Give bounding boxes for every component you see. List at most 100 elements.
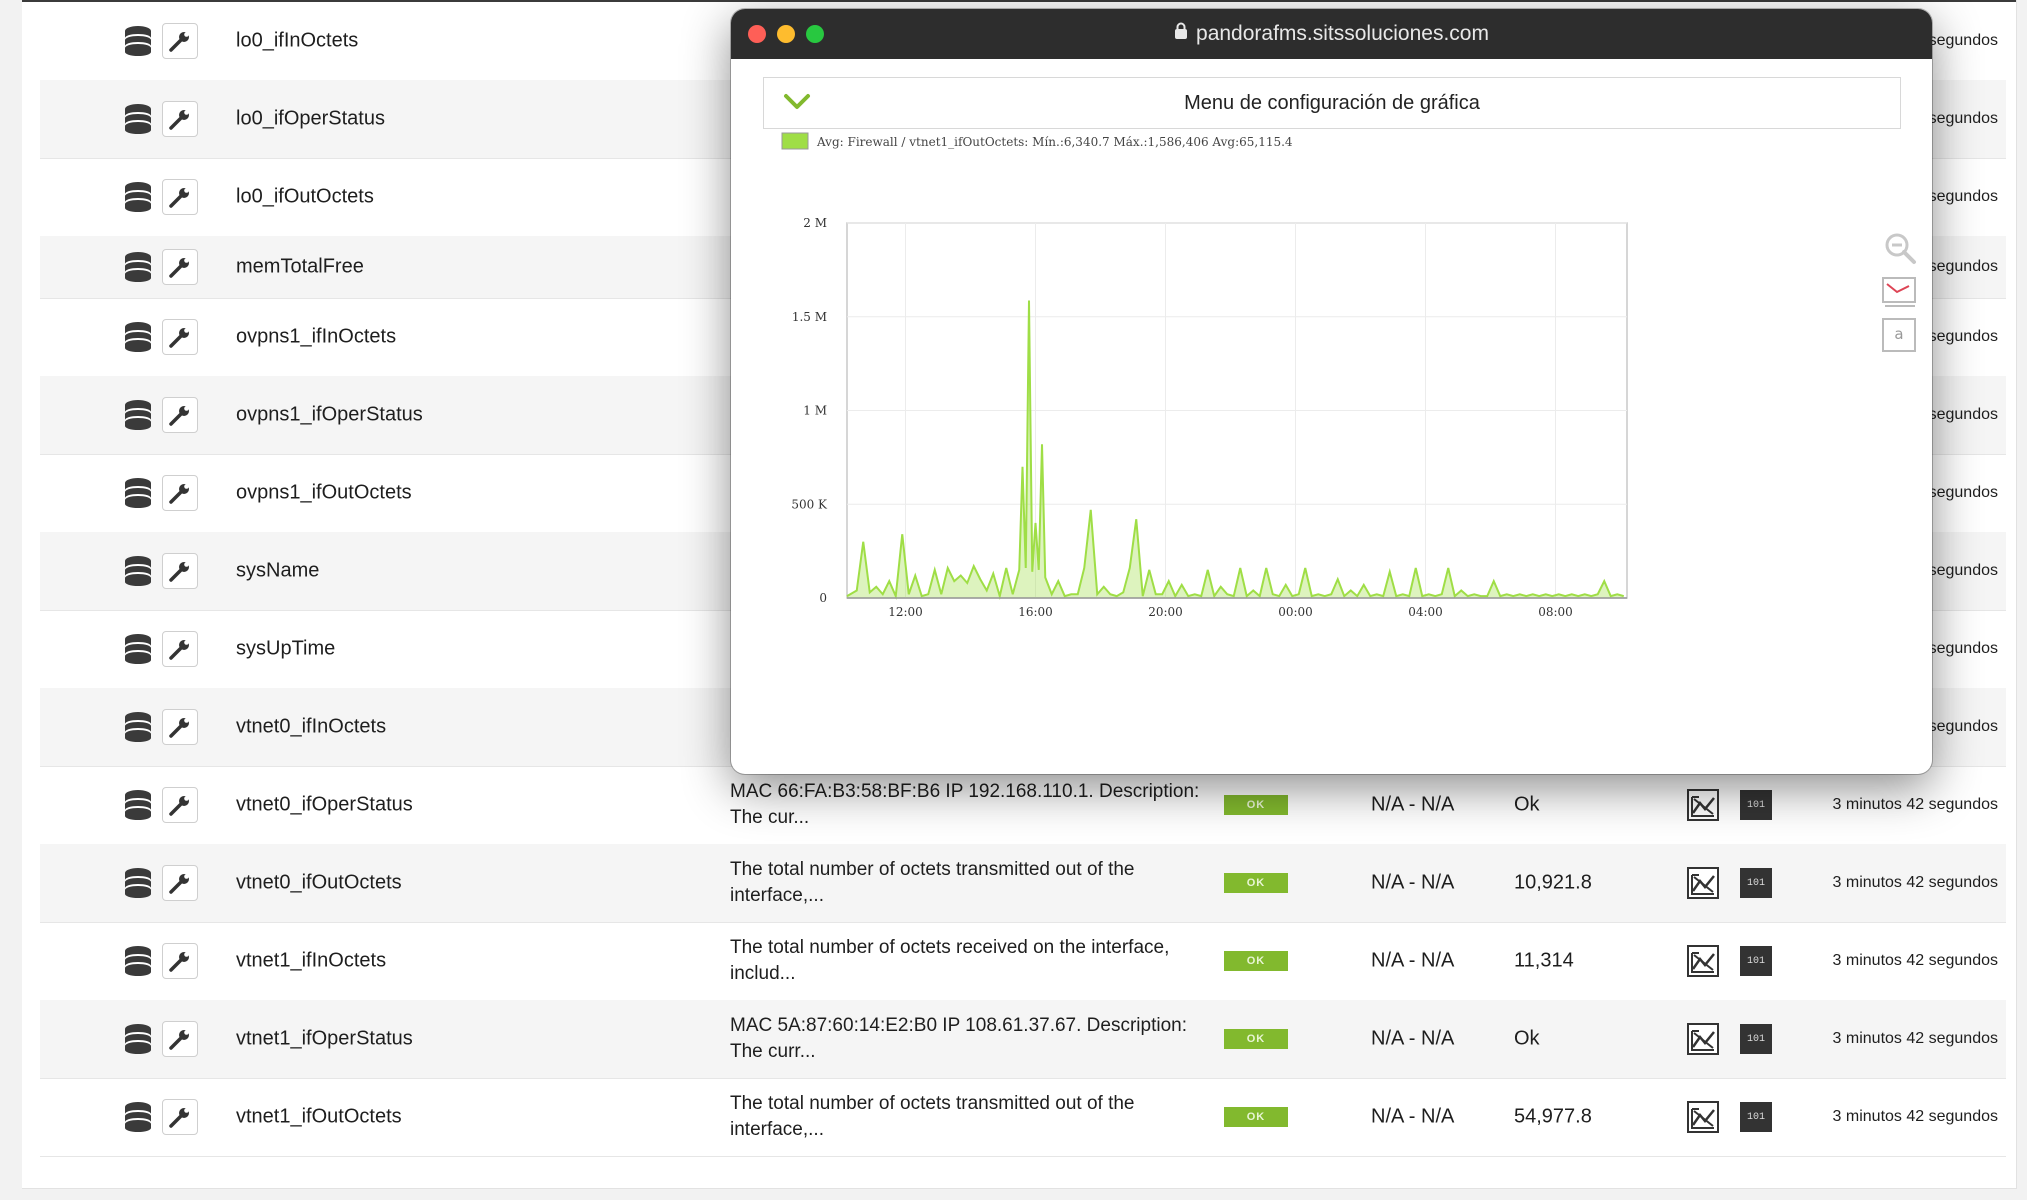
graph-type-icon[interactable] xyxy=(1881,274,1917,313)
table-row: vtnet1_ifInOctets The total number of oct… xyxy=(40,922,2006,1001)
raw-data-button[interactable]: 101 xyxy=(1740,790,1772,820)
data-labels-icon[interactable]: a xyxy=(1881,317,1917,358)
module-name[interactable]: vtnet1_ifOperStatus xyxy=(236,1028,413,1051)
module-name[interactable]: lo0_ifInOctets xyxy=(236,30,358,53)
row-actions xyxy=(122,179,198,215)
last-contact-time: 3 minutos 42 segundos xyxy=(1832,1108,1998,1125)
wrench-icon[interactable] xyxy=(162,943,198,979)
wrench-icon[interactable] xyxy=(162,475,198,511)
database-icon[interactable] xyxy=(122,180,154,214)
wrench-icon[interactable] xyxy=(162,319,198,355)
module-name[interactable]: vtnet0_ifOutOctets xyxy=(236,872,402,895)
module-name[interactable]: ovpns1_ifOperStatus xyxy=(236,404,423,427)
wrench-icon[interactable] xyxy=(162,1099,198,1135)
module-data-value: 10,921.8 xyxy=(1514,871,1592,894)
wrench-icon[interactable] xyxy=(162,865,198,901)
graph-popup-window: pandorafms.sitssoluciones.com Menu de co… xyxy=(731,9,1932,774)
database-icon[interactable] xyxy=(122,710,154,744)
module-name[interactable]: vtnet1_ifInOctets xyxy=(236,950,386,973)
minimize-window-button[interactable] xyxy=(777,25,795,43)
table-row: vtnet0_ifOutOctets The total number of oc… xyxy=(40,844,2006,923)
row-actions xyxy=(122,631,198,667)
module-data-value: 11,314 xyxy=(1514,949,1574,972)
database-icon[interactable] xyxy=(122,320,154,354)
module-name[interactable]: lo0_ifOperStatus xyxy=(236,108,385,131)
row-actions xyxy=(122,1021,198,1057)
window-titlebar[interactable]: pandorafms.sitssoluciones.com xyxy=(731,9,1932,59)
chevron-down-icon[interactable] xyxy=(782,90,812,114)
wrench-icon[interactable] xyxy=(162,179,198,215)
last-contact-time: segundos xyxy=(1928,110,1998,127)
row-actions xyxy=(122,475,198,511)
table-row: vtnet1_ifOperStatus MAC 5A:87:60:14:E2:B0… xyxy=(40,1000,2006,1079)
module-graph-icon[interactable] xyxy=(1687,789,1719,821)
database-icon[interactable] xyxy=(122,866,154,900)
wrench-icon[interactable] xyxy=(162,23,198,59)
module-description: MAC 5A:87:60:14:E2:B0 IP 108.61.37.67. D… xyxy=(730,1015,1187,1062)
last-contact-time: 3 minutos 42 segundos xyxy=(1832,952,1998,969)
database-icon[interactable] xyxy=(122,398,154,432)
legend-label: Avg: Firewall / vtnet1_ifOutOctets: Mín.… xyxy=(816,135,1293,149)
row-actions xyxy=(122,23,198,59)
table-row: vtnet1_ifOutOctets The total number of oc… xyxy=(40,1078,2006,1157)
zoom-out-icon[interactable] xyxy=(1883,231,1917,270)
y-tick-label: 1 M xyxy=(803,404,827,418)
database-icon[interactable] xyxy=(122,632,154,666)
y-tick-label: 500 K xyxy=(791,497,828,511)
database-icon[interactable] xyxy=(122,250,154,284)
last-contact-time: segundos xyxy=(1928,258,1998,275)
warn-crit-thresholds: N/A - N/A xyxy=(1371,871,1455,894)
row-actions xyxy=(122,943,198,979)
warn-crit-thresholds: N/A - N/A xyxy=(1371,949,1455,972)
database-icon[interactable] xyxy=(122,788,154,822)
status-badge: OK xyxy=(1224,795,1288,815)
last-contact-time: segundos xyxy=(1928,406,1998,423)
status-badge: OK xyxy=(1224,1029,1288,1049)
database-icon[interactable] xyxy=(122,1100,154,1134)
module-graph-icon[interactable] xyxy=(1687,1023,1719,1055)
module-name[interactable]: sysUpTime xyxy=(236,638,335,661)
svg-text:a: a xyxy=(1894,325,1903,343)
raw-data-button[interactable]: 101 xyxy=(1740,1102,1772,1132)
module-name[interactable]: vtnet0_ifOperStatus xyxy=(236,794,413,817)
wrench-icon[interactable] xyxy=(162,631,198,667)
last-contact-time: segundos xyxy=(1928,718,1998,735)
database-icon[interactable] xyxy=(122,476,154,510)
x-tick-label: 16:00 xyxy=(1018,605,1053,619)
raw-data-button[interactable]: 101 xyxy=(1740,946,1772,976)
row-actions xyxy=(122,865,198,901)
x-tick-label: 12:00 xyxy=(888,605,923,619)
database-icon[interactable] xyxy=(122,102,154,136)
wrench-icon[interactable] xyxy=(162,397,198,433)
last-contact-time: segundos xyxy=(1928,188,1998,205)
module-name[interactable]: lo0_ifOutOctets xyxy=(236,186,374,209)
graph-config-menu[interactable]: Menu de configuración de gráfica xyxy=(763,77,1901,129)
warn-crit-thresholds: N/A - N/A xyxy=(1371,1027,1455,1050)
wrench-icon[interactable] xyxy=(162,1021,198,1057)
raw-data-button[interactable]: 101 xyxy=(1740,868,1772,898)
module-graph-icon[interactable] xyxy=(1687,1101,1719,1133)
module-name[interactable]: vtnet1_ifOutOctets xyxy=(236,1106,402,1129)
wrench-icon[interactable] xyxy=(162,249,198,285)
database-icon[interactable] xyxy=(122,554,154,588)
wrench-icon[interactable] xyxy=(162,709,198,745)
close-window-button[interactable] xyxy=(748,25,766,43)
wrench-icon[interactable] xyxy=(162,101,198,137)
module-name[interactable]: memTotalFree xyxy=(236,256,364,279)
database-icon[interactable] xyxy=(122,944,154,978)
module-name[interactable]: ovpns1_ifOutOctets xyxy=(236,482,412,505)
wrench-icon[interactable] xyxy=(162,553,198,589)
database-icon[interactable] xyxy=(122,24,154,58)
module-name[interactable]: ovpns1_ifInOctets xyxy=(236,326,396,349)
raw-data-button[interactable]: 101 xyxy=(1740,1024,1772,1054)
wrench-icon[interactable] xyxy=(162,787,198,823)
module-name[interactable]: sysName xyxy=(236,560,319,583)
database-icon[interactable] xyxy=(122,1022,154,1056)
module-name[interactable]: vtnet0_ifInOctets xyxy=(236,716,386,739)
table-row: vtnet0_ifOperStatus MAC 66:FA:B3:58:BF:B6… xyxy=(40,766,2006,845)
module-graph-icon[interactable] xyxy=(1687,867,1719,899)
module-graph-icon[interactable] xyxy=(1687,945,1719,977)
zoom-window-button[interactable] xyxy=(806,25,824,43)
warn-crit-thresholds: N/A - N/A xyxy=(1371,793,1455,816)
last-contact-time: segundos xyxy=(1928,640,1998,657)
